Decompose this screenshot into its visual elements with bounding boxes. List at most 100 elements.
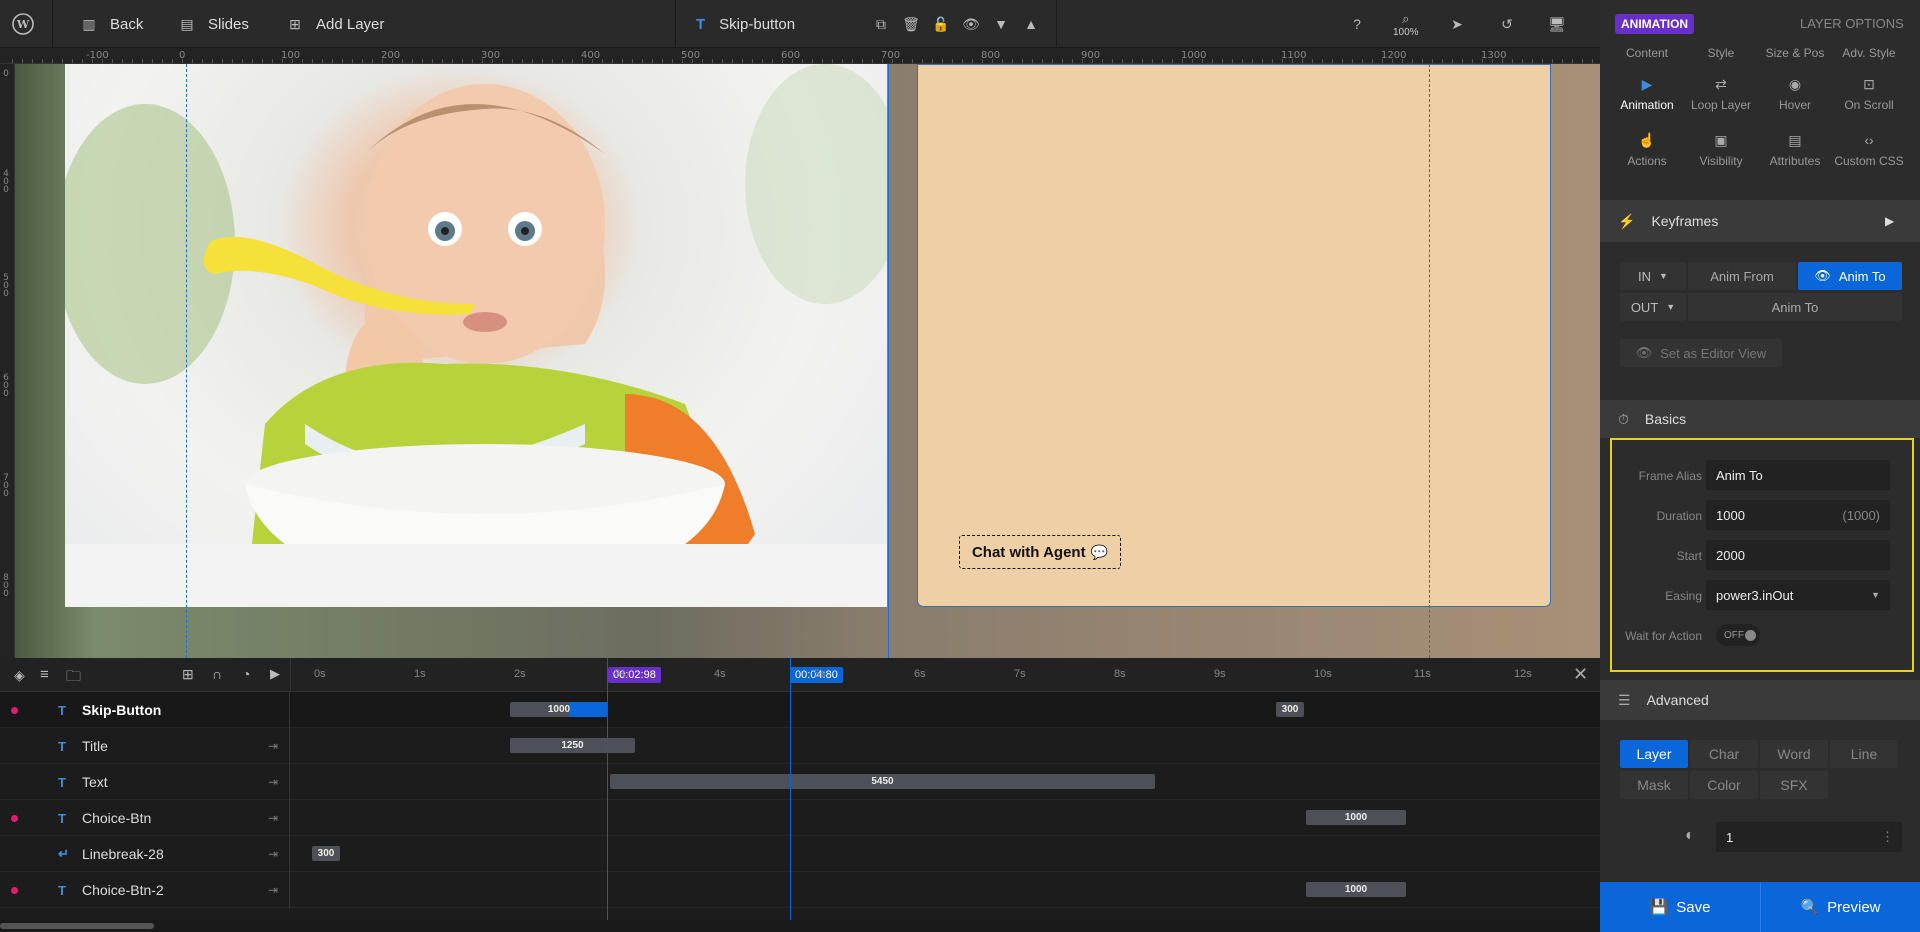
timeline-scrollbar[interactable]: [0, 920, 1600, 932]
tab-on-scroll[interactable]: ⊡ On Scroll: [1832, 76, 1906, 112]
slides-button[interactable]: ▤ Slides: [176, 0, 248, 48]
timeline-bar[interactable]: 1000: [1306, 882, 1406, 897]
anim-to-out-button[interactable]: Anim To: [1688, 293, 1902, 321]
play-icon[interactable]: ▶: [270, 666, 280, 682]
ruler-tick: [862, 59, 863, 63]
timeline-row[interactable]: T Skip-Button 1000 300: [0, 692, 1600, 728]
easing-select[interactable]: power3.inOut ▼: [1706, 580, 1890, 610]
select-tool-button[interactable]: ➤: [1446, 0, 1468, 48]
timeline-row-label[interactable]: T Skip-Button: [0, 692, 290, 728]
opacity-input[interactable]: 1 ⋮: [1716, 822, 1902, 852]
timeline-bar[interactable]: 300: [312, 846, 340, 861]
timeline-row[interactable]: ↵ Linebreak-28 ⇥ 300: [0, 836, 1600, 872]
timeline-row-label[interactable]: T Title ⇥: [0, 728, 290, 764]
adv-tab-layer[interactable]: Layer: [1620, 740, 1688, 768]
tab-adv-style[interactable]: Adv. Style: [1832, 46, 1906, 60]
tab-attributes[interactable]: ▤ Attributes: [1758, 132, 1832, 168]
expand-icon[interactable]: ⇥: [268, 739, 278, 753]
device-button[interactable]: 🖥: [1546, 0, 1568, 48]
duplicate-button[interactable]: ⧉: [870, 0, 892, 48]
layer-options-title[interactable]: LAYER OPTIONS: [1800, 16, 1904, 31]
zoom-control[interactable]: ⌕ 100%: [1393, 0, 1419, 48]
timeline-row[interactable]: T Choice-Btn ⇥ 1000: [0, 800, 1600, 836]
duration-input[interactable]: 1000 (1000): [1706, 500, 1890, 530]
adv-tab-word[interactable]: Word: [1760, 740, 1828, 768]
grid-snap-icon[interactable]: ⊞: [182, 666, 194, 683]
close-timeline-icon[interactable]: ✕: [1573, 664, 1588, 685]
tab-size-pos[interactable]: Size & Pos: [1758, 46, 1832, 60]
play-keyframes-icon[interactable]: ▶: [1885, 214, 1894, 228]
timeline-row[interactable]: T Text ⇥ 5450: [0, 764, 1600, 800]
frame-alias-input[interactable]: Anim To: [1706, 460, 1890, 490]
animation-badge[interactable]: ANIMATION: [1615, 14, 1695, 34]
tab-content[interactable]: Content: [1610, 46, 1684, 60]
delete-button[interactable]: 🗑: [900, 0, 922, 48]
timeline-row[interactable]: T Choice-Btn-2 ⇥ 1000: [0, 872, 1600, 908]
timeline-row-label[interactable]: T Text ⇥: [0, 764, 290, 800]
tab-actions[interactable]: ☝ Actions: [1610, 132, 1684, 168]
list-icon[interactable]: ≡: [40, 666, 49, 683]
help-button[interactable]: ?: [1346, 0, 1368, 48]
tab-loop-layer[interactable]: ⇄ Loop Layer: [1684, 76, 1758, 112]
in-selector[interactable]: IN ▼: [1620, 262, 1686, 290]
layers-icon[interactable]: ◈: [14, 667, 25, 684]
current-layer[interactable]: T Skip-button: [696, 0, 795, 48]
wordpress-logo[interactable]: W: [12, 0, 34, 48]
tab-animation[interactable]: ▶ Animation: [1610, 76, 1684, 112]
more-icon[interactable]: ⋮: [1881, 829, 1894, 845]
adv-tab-mask[interactable]: Mask: [1620, 771, 1688, 799]
move-up-button[interactable]: ▲: [1020, 0, 1042, 48]
advanced-section-header[interactable]: ☰ Advanced: [1600, 680, 1920, 720]
tab-custom-css[interactable]: ‹› Custom CSS: [1832, 132, 1906, 168]
add-layer-button[interactable]: ⊞ Add Layer: [284, 0, 384, 48]
timeline-bar[interactable]: 300: [1276, 702, 1304, 717]
keyframes-section-header[interactable]: ⚡ Keyframes ▶: [1600, 200, 1920, 242]
timeline-row-label[interactable]: ↵ Linebreak-28 ⇥: [0, 836, 290, 872]
timeline-bar[interactable]: 1000: [510, 702, 608, 717]
lock-button[interactable]: 🔓: [930, 0, 952, 48]
expand-icon[interactable]: ⇥: [268, 847, 278, 861]
out-selector[interactable]: OUT ▼: [1620, 293, 1686, 321]
basics-section-header[interactable]: ⏱ Basics: [1600, 400, 1920, 438]
adv-tab-line[interactable]: Line: [1830, 740, 1898, 768]
adv-tab-char[interactable]: Char: [1690, 740, 1758, 768]
timeline-row-label[interactable]: T Choice-Btn ⇥: [0, 800, 290, 836]
tab-visibility[interactable]: ▣ Visibility: [1684, 132, 1758, 168]
back-button[interactable]: ▥ Back: [78, 0, 143, 48]
save-button[interactable]: 💾 Save: [1600, 882, 1760, 932]
timeline-panel: ◈ ≡ 🗀 ⊞ ∩ ◔ ▶ 00:02:98 00:04:80 ✕ 0s 1s 2s…: [0, 658, 1600, 932]
visibility-button[interactable]: 👁: [960, 0, 982, 48]
tab-hover[interactable]: ◉ Hover: [1758, 76, 1832, 112]
baby-photo-layer[interactable]: [65, 64, 887, 607]
move-down-button[interactable]: ▼: [990, 0, 1012, 48]
floppy-icon: 💾: [1649, 899, 1669, 916]
adv-tab-sfx[interactable]: SFX: [1760, 771, 1828, 799]
end-marker-line: [790, 658, 791, 920]
folder-icon[interactable]: 🗀: [66, 666, 81, 691]
ruler-tick: [1502, 59, 1503, 63]
text-block-layer[interactable]: [917, 64, 1551, 607]
timeline-bar[interactable]: 5450: [610, 774, 1155, 789]
timeline-row[interactable]: T Title ⇥ 1250: [0, 728, 1600, 764]
magnet-icon[interactable]: ∩: [212, 666, 222, 682]
ruler-tick: [1592, 59, 1593, 63]
expand-icon[interactable]: ⇥: [268, 883, 278, 897]
adv-tab-color[interactable]: Color: [1690, 771, 1758, 799]
preview-button[interactable]: 🔍 Preview: [1761, 882, 1920, 932]
anim-to-button[interactable]: 👁 Anim To: [1798, 262, 1902, 290]
start-input[interactable]: 2000: [1706, 540, 1890, 570]
chat-with-agent-button[interactable]: Chat with Agent 💬: [958, 534, 1122, 570]
anim-from-button[interactable]: Anim From: [1688, 262, 1796, 290]
expand-icon[interactable]: ⇥: [268, 775, 278, 789]
slide-canvas[interactable]: Chat with Agent 💬: [15, 64, 1600, 658]
timeline-bar[interactable]: 1000: [1306, 810, 1406, 825]
undo-button[interactable]: ↺: [1496, 0, 1518, 48]
timeline-row-label[interactable]: T Choice-Btn-2 ⇥: [0, 872, 290, 908]
scrollbar-thumb[interactable]: [0, 923, 154, 929]
speed-icon[interactable]: ◔: [242, 666, 250, 682]
timeline-bar[interactable]: 1250: [510, 738, 635, 753]
expand-icon[interactable]: ⇥: [268, 811, 278, 825]
tab-style[interactable]: Style: [1684, 46, 1758, 60]
wait-for-action-toggle[interactable]: OFF: [1716, 624, 1760, 646]
set-editor-view-button[interactable]: 👁 Set as Editor View: [1620, 339, 1782, 367]
